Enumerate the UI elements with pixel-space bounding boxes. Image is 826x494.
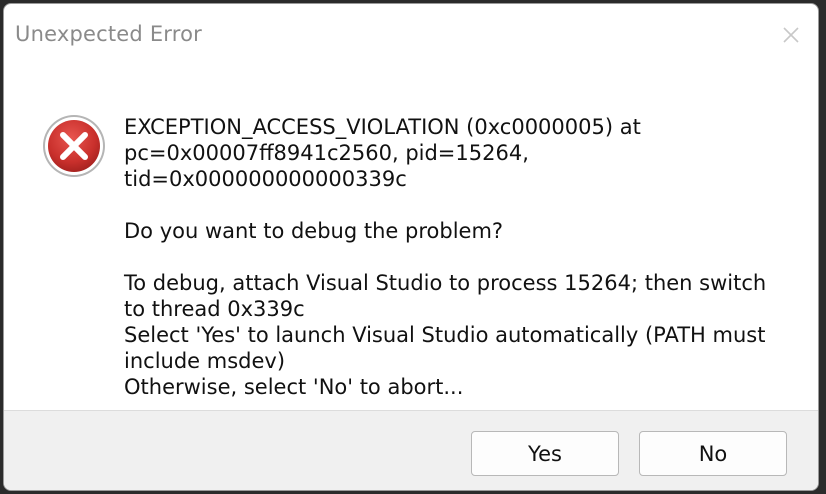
- debug-question: Do you want to debug the problem?: [124, 219, 504, 243]
- error-message: EXCEPTION_ACCESS_VIOLATION (0xc0000005) …: [124, 114, 804, 400]
- instructions-line-2: to thread 0x339c: [124, 297, 305, 321]
- close-button[interactable]: [778, 22, 804, 48]
- no-button[interactable]: No: [639, 431, 787, 476]
- dialog-content: EXCEPTION_ACCESS_VIOLATION (0xc0000005) …: [4, 66, 818, 414]
- instructions-line-3: Select 'Yes' to launch Visual Studio aut…: [124, 323, 766, 347]
- instructions-line-4: include msdev): [124, 349, 286, 373]
- title-bar: Unexpected Error: [4, 4, 818, 66]
- instructions-line-5: Otherwise, select 'No' to abort...: [124, 375, 464, 399]
- instructions-line-1: To debug, attach Visual Studio to proces…: [124, 271, 767, 295]
- error-dialog: Unexpected Error EXCEPTION_ACCESS_VIOLAT…: [3, 3, 819, 491]
- exception-details-line: pc=0x00007ff8941c2560, pid=15264, tid=0x…: [124, 141, 536, 191]
- error-x-icon: [41, 113, 107, 179]
- close-icon: [783, 27, 799, 43]
- button-bar: Yes No: [4, 410, 818, 490]
- dialog-title: Unexpected Error: [15, 22, 203, 46]
- exception-line: EXCEPTION_ACCESS_VIOLATION (0xc0000005) …: [124, 115, 641, 139]
- yes-button[interactable]: Yes: [471, 431, 619, 476]
